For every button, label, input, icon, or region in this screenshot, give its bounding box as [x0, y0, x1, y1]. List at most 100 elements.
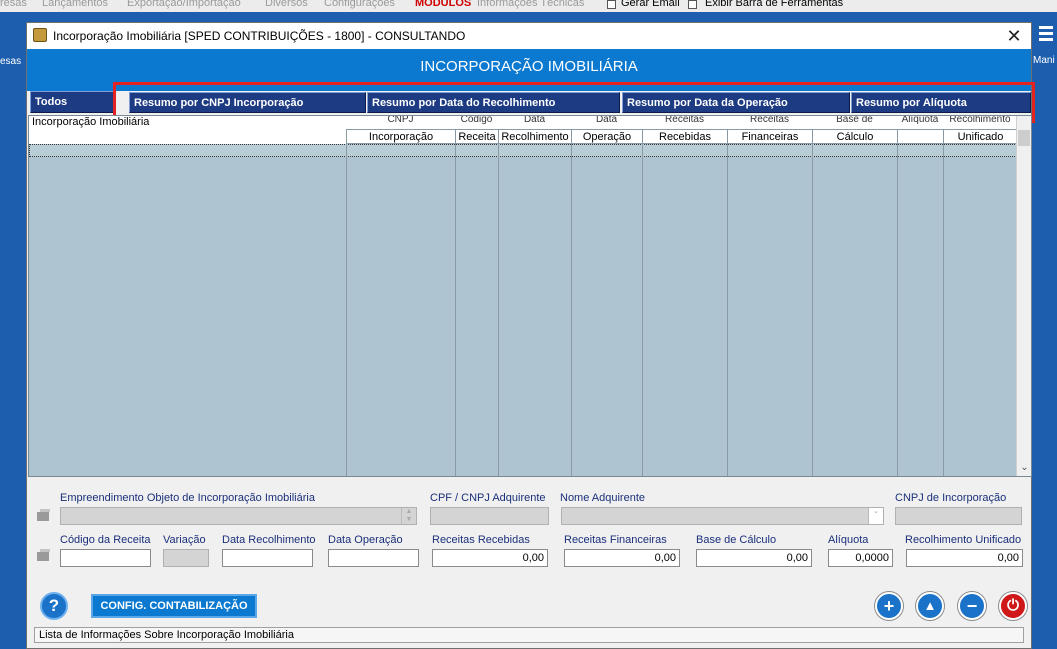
menu-informacoes[interactable]: Informações Técnicas — [477, 0, 584, 9]
cnpj-incorporacao-field[interactable] — [895, 507, 1022, 525]
menu-empresas[interactable]: resas — [0, 0, 27, 9]
window-title: Incorporação Imobiliária [SPED CONTRIBUI… — [53, 29, 466, 43]
receitas-recebidas-field[interactable]: 0,00 — [432, 549, 548, 567]
menu-configuracoes[interactable]: Configurações — [324, 0, 395, 9]
background-side-right: Mani — [1031, 22, 1057, 82]
power-icon: ⏻ — [1007, 597, 1019, 614]
exit-button[interactable]: ⏻ — [999, 592, 1027, 620]
receitas-financeiras-field[interactable]: 0,00 — [564, 549, 680, 567]
nome-adquirente-label: Nome Adquirente — [560, 492, 645, 504]
data-recolhimento-field[interactable] — [222, 549, 313, 567]
grid-col-data-operacao-top: Data — [595, 116, 618, 125]
help-button[interactable]: ? — [40, 592, 68, 620]
grid-header: Incorporação Imobiliária CNPJ Incorporaç… — [29, 116, 1017, 144]
cpf-cnpj-adquirente-label: CPF / CNPJ Adquirente — [430, 492, 546, 504]
app-icon — [33, 28, 47, 42]
codigo-receita-field[interactable] — [60, 549, 151, 567]
grid-col-receitas-financeiras[interactable]: Financeiras — [727, 129, 812, 144]
grid-col-data-recolhimento[interactable]: Recolhimento — [498, 129, 571, 144]
grid-col-cnpj[interactable]: Incorporação — [346, 129, 455, 144]
grid-divider — [642, 144, 643, 476]
grid-divider — [943, 144, 944, 476]
grid-col-incorporacao[interactable]: Incorporação Imobiliária — [32, 116, 149, 129]
exibir-barra-checkbox[interactable] — [688, 0, 697, 9]
exibir-barra-label: Exibir Barra de Ferramentas — [705, 0, 844, 9]
chevron-down-icon[interactable]: ⌄ — [1017, 461, 1031, 475]
tab-todos[interactable]: Todos — [30, 91, 115, 113]
grid-divider — [455, 144, 456, 476]
grid-col-cnpj-top: CNPJ — [387, 116, 414, 125]
minus-icon: − — [966, 596, 978, 616]
grid-divider — [897, 144, 898, 476]
scrollbar-thumb[interactable] — [1018, 130, 1030, 146]
plus-icon: + — [883, 596, 895, 616]
status-bar: Lista de Informações Sobre Incorporação … — [34, 627, 1024, 643]
grid-col-receitas-recebidas[interactable]: Recebidas — [642, 129, 727, 144]
empreendimento-label: Empreendimento Objeto de Incorporação Im… — [60, 492, 315, 504]
remove-button[interactable]: − — [958, 592, 986, 620]
arrow-up-icon: ▲ — [923, 598, 937, 613]
data-operacao-field[interactable] — [328, 549, 419, 567]
nome-adquirente-select[interactable]: ⌄ — [561, 507, 884, 525]
grid-col-recolhimento-unificado-top: Recolhimento — [949, 116, 1011, 125]
tabs-row: Todos Resumo por CNPJ Incorporação Resum… — [29, 91, 1031, 115]
empreendimento-select[interactable]: ▲ ▼ — [60, 507, 417, 525]
grid-divider — [727, 144, 728, 476]
grid-col-recolhimento-unificado[interactable]: Unificado — [943, 129, 1017, 144]
gerar-email-checkbox[interactable] — [607, 0, 616, 9]
data-recolhimento-label: Data Recolhimento — [222, 534, 316, 546]
tab-resumo-data-recolhimento[interactable]: Resumo por Data do Recolhimento — [367, 92, 620, 113]
menu-lancamentos[interactable]: Lançamentos — [42, 0, 108, 9]
grid-col-data-operacao[interactable]: Operação — [571, 129, 642, 144]
tab-resumo-aliquota[interactable]: Resumo por Alíquota — [851, 92, 1031, 113]
data-grid[interactable]: Incorporação Imobiliária CNPJ Incorporaç… — [28, 115, 1032, 477]
close-icon[interactable]: ✕ — [1003, 25, 1025, 47]
chevron-down-icon[interactable]: ⌄ — [868, 508, 883, 524]
base-calculo-field[interactable]: 0,00 — [696, 549, 812, 567]
table-row[interactable] — [29, 144, 1017, 157]
folder-icon[interactable] — [37, 549, 53, 563]
window-titlebar[interactable]: Incorporação Imobiliária [SPED CONTRIBUI… — [27, 23, 1031, 49]
tab-resumo-data-operacao[interactable]: Resumo por Data da Operação — [622, 92, 850, 113]
menu-exportacao[interactable]: Exportação/Importação — [127, 0, 241, 9]
background-menubar: resas Lançamentos Exportação/Importação … — [0, 0, 1057, 12]
grid-divider — [346, 144, 347, 476]
grid-col-codigo[interactable]: Receita — [455, 129, 498, 144]
cnpj-incorporacao-label: CNPJ de Incorporação — [895, 492, 1007, 504]
grid-scrollbar[interactable]: ⌄ — [1016, 116, 1031, 476]
folder-icon[interactable] — [37, 509, 53, 523]
grid-divider — [571, 144, 572, 476]
up-button[interactable]: ▲ — [916, 592, 944, 620]
gerar-email-label: Gerar Email — [621, 0, 680, 9]
menu-modulos[interactable]: MÓDULOS — [415, 0, 471, 9]
data-operacao-label: Data Operação — [328, 534, 403, 546]
aliquota-label: Alíquota — [828, 534, 869, 546]
grid-col-receitas-financeiras-top: Receitas — [750, 116, 789, 125]
base-calculo-label: Base de Cálculo — [696, 534, 777, 546]
grid-col-base-calculo[interactable]: Cálculo — [812, 129, 897, 144]
grid-col-data-recolhimento-top: Data — [523, 116, 546, 125]
grid-divider — [812, 144, 813, 476]
variacao-label: Variação — [163, 534, 206, 546]
spinner-icon[interactable]: ▲ ▼ — [401, 508, 416, 524]
grid-divider — [498, 144, 499, 476]
grid-col-receitas-recebidas-top: Receitas — [665, 116, 704, 125]
grid-col-aliquota-top: Alíquota — [901, 116, 939, 125]
incorporacao-dialog: Incorporação Imobiliária [SPED CONTRIBUI… — [26, 22, 1035, 649]
receitas-recebidas-label: Receitas Recebidas — [432, 534, 530, 546]
grid-col-codigo-top: Código — [460, 116, 493, 125]
recolhimento-unificado-label: Recolhimento Unificado — [905, 534, 1022, 546]
tab-resumo-cnpj[interactable]: Resumo por CNPJ Incorporação — [129, 92, 366, 113]
menu-diversos[interactable]: Diversos — [265, 0, 308, 9]
grid-col-aliquota[interactable] — [897, 129, 943, 144]
codigo-receita-label: Código da Receita — [60, 534, 151, 546]
grid-col-base-calculo-top: Base de — [836, 116, 873, 125]
aliquota-field[interactable]: 0,0000 — [828, 549, 893, 567]
background-side-left: esas — [0, 56, 22, 67]
config-contabilizacao-button[interactable]: CONFIG. CONTABILIZAÇÃO — [91, 594, 257, 618]
cpf-cnpj-adquirente-field[interactable] — [430, 507, 549, 525]
add-button[interactable]: + — [875, 592, 903, 620]
page-title: INCORPORAÇÃO IMOBILIÁRIA — [27, 49, 1031, 85]
recolhimento-unificado-field[interactable]: 0,00 — [906, 549, 1023, 567]
variacao-field[interactable] — [163, 549, 209, 567]
